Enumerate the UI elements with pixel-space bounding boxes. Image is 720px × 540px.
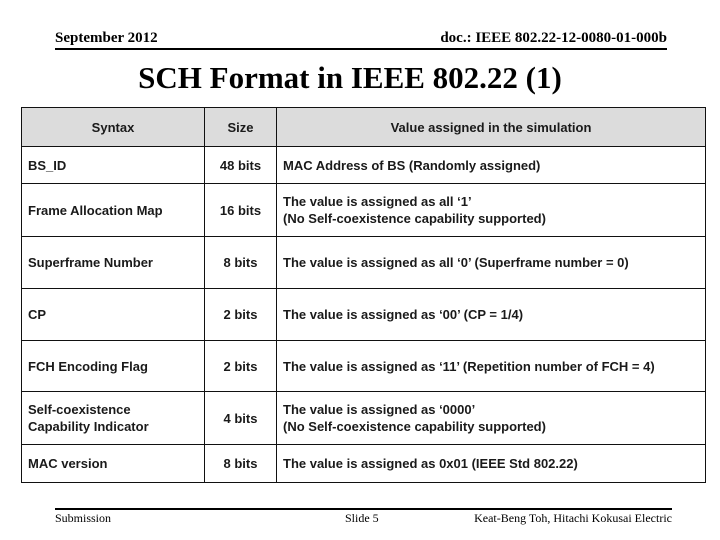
table-row: CP 2 bits The value is assigned as ‘00’ … [21, 288, 706, 341]
cell-syntax: FCH Encoding Flag [21, 340, 205, 392]
cell-value: MAC Address of BS (Randomly assigned) [276, 146, 706, 184]
cell-syntax: BS_ID [21, 146, 205, 184]
slide-header: September 2012 doc.: IEEE 802.22-12-0080… [55, 28, 667, 50]
table-row: Self-coexistence Capability Indicator 4 … [21, 391, 706, 445]
cell-syntax: CP [21, 288, 205, 341]
sch-format-table: Syntax Size Value assigned in the simula… [21, 107, 706, 483]
cell-value: The value is assigned as all ‘0’ (Superf… [276, 236, 706, 289]
cell-value: The value is assigned as ‘0000’ (No Self… [276, 391, 706, 445]
table-row: Superframe Number 8 bits The value is as… [21, 236, 706, 289]
cell-value: The value is assigned as ‘00’ (CP = 1/4) [276, 288, 706, 341]
column-header-value: Value assigned in the simulation [276, 107, 706, 147]
slide-title: SCH Format in IEEE 802.22 (1) [138, 60, 562, 95]
cell-size: 8 bits [204, 444, 277, 483]
footer-submission: Submission [55, 511, 112, 525]
footer-slide-number: Slide 5 [345, 511, 379, 525]
table-header-row: Syntax Size Value assigned in the simula… [21, 107, 706, 147]
cell-syntax: Frame Allocation Map [21, 183, 205, 237]
cell-value: The value is assigned as ‘11’ (Repetitio… [276, 340, 706, 392]
column-header-syntax: Syntax [21, 107, 205, 147]
cell-value: The value is assigned as all ‘1’ (No Sel… [276, 183, 706, 237]
cell-value: The value is assigned as 0x01 (IEEE Std … [276, 444, 706, 483]
slide-footer: Submission Slide 5 Keat-Beng Toh, Hitach… [55, 508, 672, 530]
cell-size: 48 bits [204, 146, 277, 184]
cell-syntax: MAC version [21, 444, 205, 483]
cell-size: 4 bits [204, 391, 277, 445]
header-date: September 2012 [55, 30, 158, 46]
cell-size: 16 bits [204, 183, 277, 237]
header-doc-id: doc.: IEEE 802.22-12-0080-01-000b [440, 30, 667, 46]
cell-size: 8 bits [204, 236, 277, 289]
cell-syntax: Superframe Number [21, 236, 205, 289]
cell-size: 2 bits [204, 288, 277, 341]
table-row: Frame Allocation Map 16 bits The value i… [21, 183, 706, 237]
footer-author: Keat-Beng Toh, Hitachi Kokusai Electric [474, 511, 672, 525]
table-row: MAC version 8 bits The value is assigned… [21, 444, 706, 483]
cell-size: 2 bits [204, 340, 277, 392]
table-row: BS_ID 48 bits MAC Address of BS (Randoml… [21, 146, 706, 184]
table-row: FCH Encoding Flag 2 bits The value is as… [21, 340, 706, 392]
cell-syntax: Self-coexistence Capability Indicator [21, 391, 205, 445]
column-header-size: Size [204, 107, 277, 147]
